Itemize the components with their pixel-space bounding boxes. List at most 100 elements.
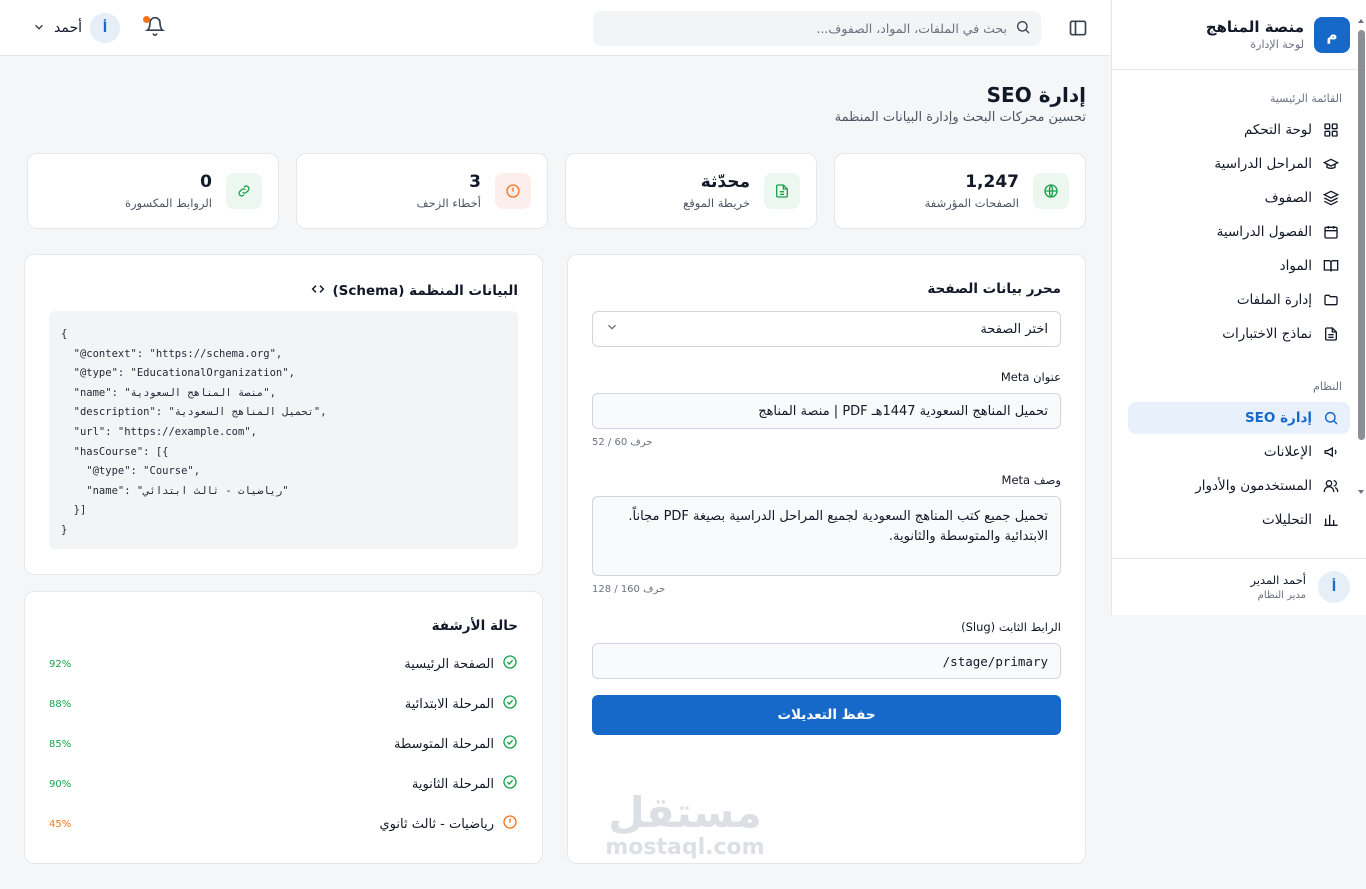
users-icon [1322,477,1340,495]
sidebar-item-semesters[interactable]: الفصول الدراسية [1128,216,1350,248]
page-subtitle: تحسين محركات البحث وإدارة البيانات المنظ… [834,110,1086,125]
sidebar-item-label: الصفوف [1264,190,1312,206]
search-icon [1015,19,1031,39]
stat-card-sitemap: محدّثة خريطة الموقع [565,153,817,229]
grid-icon [1322,121,1340,139]
link-icon [226,173,262,209]
user-name: أحمد المدير [1250,573,1306,587]
indexing-row-label: المرحلة الثانوية [411,776,494,792]
indexing-row-label: المرحلة الابتدائية [404,696,494,712]
indexing-row-label: رياضيات - ثالث ثانوي [379,816,495,832]
indexing-row-percent: 92% [49,658,72,670]
schema-card: البيانات المنظمة (Schema) { "@context": … [24,254,543,575]
meta-title-input[interactable]: تحميل المناهج السعودية 1447هـ PDF | منصة… [592,393,1061,429]
slug-label: الرابط الثابت (Slug) [961,620,1061,634]
sidebar: م منصة المناهج لوحة الإدارة القائمة الرئ… [1111,0,1366,615]
chevron-down-icon [605,320,619,338]
page-select[interactable]: اختر الصفحة [592,311,1061,347]
scroll-up-arrow-icon[interactable] [1358,19,1364,23]
sidebar-item-label: المواد [1279,258,1312,274]
sidebar-item-users[interactable]: المستخدمون والأدوار [1128,470,1350,502]
list-item: الصفحة الرئيسية 92% [49,652,518,676]
avatar: أ [90,13,120,43]
page-title: إدارة SEO [986,83,1086,107]
file-icon [764,173,800,209]
megaphone-icon [1322,443,1340,461]
list-item: رياضيات - ثالث ثانوي 45% [49,812,518,836]
check-circle-icon [502,654,518,674]
list-item: المرحلة الثانوية 90% [49,772,518,796]
sidebar-item-grades[interactable]: الصفوف [1128,182,1350,214]
stat-value: 3 [469,172,481,192]
scroll-down-arrow-icon[interactable] [1358,490,1364,494]
sidebar-item-files[interactable]: إدارة الملفات [1128,284,1350,316]
notifications-bell-icon[interactable] [143,16,166,38]
brand-logo: م [1314,16,1350,53]
stat-label: الصفحات المؤرشفة [924,196,1019,210]
meta-title-label: عنوان Meta [1000,370,1061,384]
user-menu[interactable]: أحمد أ [32,13,120,43]
meta-description-textarea[interactable]: تحميل جميع كتب المناهج السعودية لجميع ال… [592,496,1061,576]
nav-section-main: القائمة الرئيسية [1269,91,1342,105]
notification-dot [143,16,150,23]
sidebar-item-analytics[interactable]: التحليلات [1128,504,1350,536]
search-icon [1322,409,1340,427]
sidebar-item-label: إدارة SEO [1244,410,1312,426]
stat-card-crawl-errors: 3 أخطاء الزحف [296,153,548,229]
indexing-row-percent: 88% [49,698,72,710]
schema-title: البيانات المنظمة (Schema) [332,283,518,299]
sidebar-user[interactable]: أ أحمد المدير مدير النظام [1112,558,1366,615]
calendar-icon [1322,223,1340,241]
search-bar[interactable] [593,11,1041,46]
user-role: مدير النظام [1257,590,1306,601]
sidebar-item-exams[interactable]: نماذج الاختبارات [1128,318,1350,350]
indexing-row-percent: 85% [49,738,72,750]
chevron-down-icon [32,19,46,38]
sidebar-item-label: إدارة الملفات [1236,292,1312,308]
sidebar-nav: القائمة الرئيسية لوحة التحكم المراحل الد… [1112,70,1366,558]
indexing-row-percent: 45% [49,818,72,830]
search-input[interactable] [603,21,1007,36]
indexing-title: حالة الأرشفة [431,618,518,634]
topbar: أحمد أ [0,0,1110,56]
slug-input[interactable]: /stage/primary [592,643,1061,679]
save-button[interactable]: حفظ التعديلات [592,695,1061,735]
meta-description-label: وصف Meta [1001,473,1061,487]
sidebar-item-label: لوحة التحكم [1243,122,1312,138]
scrollbar-thumb[interactable] [1358,30,1365,440]
meta-description-count: 128 / 160 حرف [592,584,666,595]
sidebar-item-ads[interactable]: الإعلانات [1128,436,1350,468]
bar-chart-icon [1322,511,1340,529]
sidebar-item-stages[interactable]: المراحل الدراسية [1128,148,1350,180]
check-circle-icon [502,694,518,714]
alert-circle-icon [502,814,518,834]
sidebar-item-seo[interactable]: إدارة SEO [1128,402,1350,434]
indexing-row-label: الصفحة الرئيسية [404,656,494,672]
globe-icon [1033,173,1069,209]
indexing-row-percent: 90% [49,778,72,790]
sidebar-item-subjects[interactable]: المواد [1128,250,1350,282]
stat-card-broken-links: 0 الروابط المكسورة [27,153,279,229]
sidebar-scrollbar[interactable] [1358,16,1365,496]
list-item: المرحلة الابتدائية 88% [49,692,518,716]
indexing-status-card: حالة الأرشفة الصفحة الرئيسية 92% المرحلة… [24,591,543,864]
brand-title: منصة المناهج [1205,18,1304,36]
sidebar-toggle-icon[interactable] [1068,18,1088,38]
nav-section-system: النظام [1313,379,1342,393]
graduation-cap-icon [1322,155,1340,173]
brand-subtitle: لوحة الإدارة [1250,38,1304,51]
sidebar-item-label: المراحل الدراسية [1214,156,1312,172]
sidebar-item-dashboard[interactable]: لوحة التحكم [1128,114,1350,146]
folder-icon [1322,291,1340,309]
schema-code-block: { "@context": "https://schema.org", "@ty… [49,311,518,549]
brand: م منصة المناهج لوحة الإدارة [1112,0,1366,70]
alert-icon [495,173,531,209]
stat-label: الروابط المكسورة [124,196,212,210]
sidebar-item-label: المستخدمون والأدوار [1195,478,1312,494]
sidebar-item-label: نماذج الاختبارات [1222,326,1312,342]
check-circle-icon [502,734,518,754]
meta-title-count: 52 / 60 حرف [592,437,653,448]
sidebar-item-label: التحليلات [1262,512,1312,528]
editor-title: محرر بيانات الصفحة [927,281,1061,297]
sidebar-item-label: الإعلانات [1263,444,1312,460]
